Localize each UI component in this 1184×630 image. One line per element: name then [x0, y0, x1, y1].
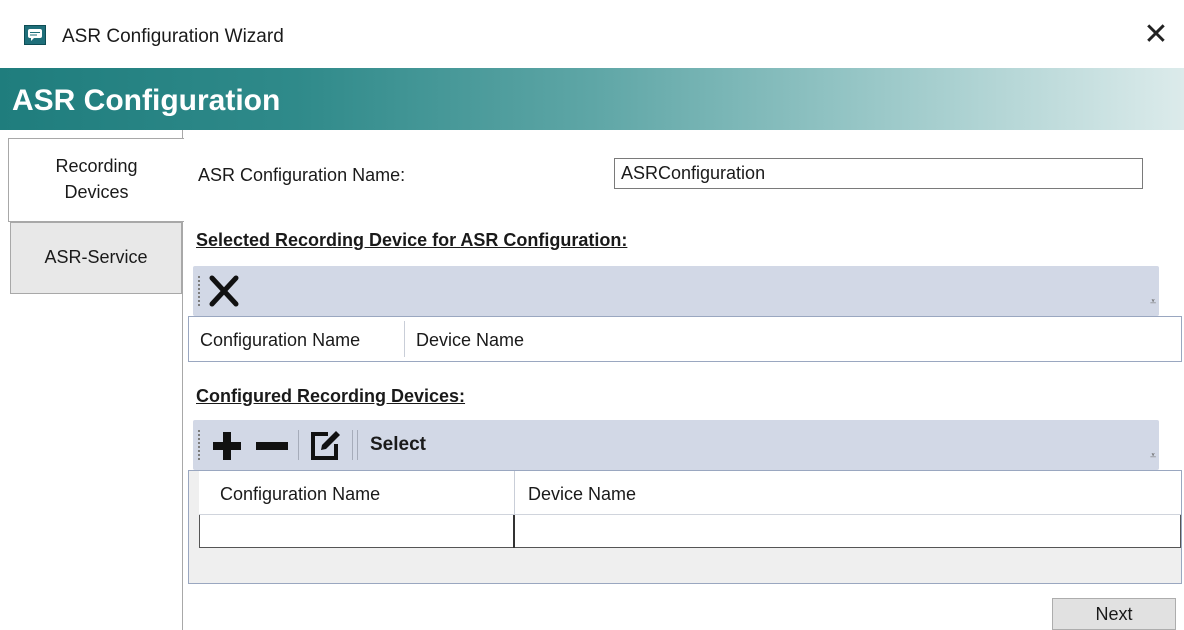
close-icon[interactable]: ✕: [1138, 18, 1174, 54]
selected-device-toolbar: [193, 266, 1159, 316]
column-header-device-name[interactable]: Device Name: [528, 484, 636, 505]
toolbar-grip[interactable]: [198, 276, 200, 306]
configuration-name-label: ASR Configuration Name:: [198, 165, 406, 185]
column-header-configuration-name[interactable]: Configuration Name: [200, 330, 360, 351]
remove-icon[interactable]: [252, 428, 292, 464]
selected-device-section-title: Selected Recording Device for ASR Config…: [196, 230, 628, 250]
table-cell-configuration-name[interactable]: [199, 515, 515, 548]
toolbar-separator: [352, 430, 353, 460]
column-divider: [514, 471, 515, 515]
tab-recording-devices[interactable]: Recording Devices: [8, 138, 184, 222]
toolbar-overflow-icon[interactable]: ⩡: [1150, 450, 1156, 463]
tab-label: ASR-Service: [44, 247, 148, 267]
configured-devices-section-title: Configured Recording Devices:: [196, 386, 466, 406]
add-icon[interactable]: [208, 428, 246, 464]
tab-label-line1: Recording: [55, 156, 138, 176]
toolbar-separator: [298, 430, 299, 460]
delete-x-icon[interactable]: [206, 273, 242, 309]
column-divider: [404, 321, 405, 357]
edit-icon[interactable]: [306, 426, 346, 464]
page-title: ASR Configuration: [12, 84, 281, 117]
toolbar-separator: [357, 430, 358, 460]
next-button[interactable]: Next: [1052, 598, 1176, 630]
app-icon: [24, 25, 46, 45]
column-header-configuration-name[interactable]: Configuration Name: [220, 484, 380, 505]
tab-label-line2: Devices: [64, 182, 129, 202]
tab-asr-service[interactable]: ASR-Service: [10, 222, 182, 294]
select-button[interactable]: Select: [370, 434, 426, 456]
column-header-device-name[interactable]: Device Name: [416, 330, 524, 351]
toolbar-overflow-icon[interactable]: ⩡: [1150, 296, 1156, 309]
configuration-name-input[interactable]: [614, 158, 1143, 189]
window-title: ASR Configuration Wizard: [62, 26, 284, 47]
toolbar-grip[interactable]: [198, 430, 200, 460]
